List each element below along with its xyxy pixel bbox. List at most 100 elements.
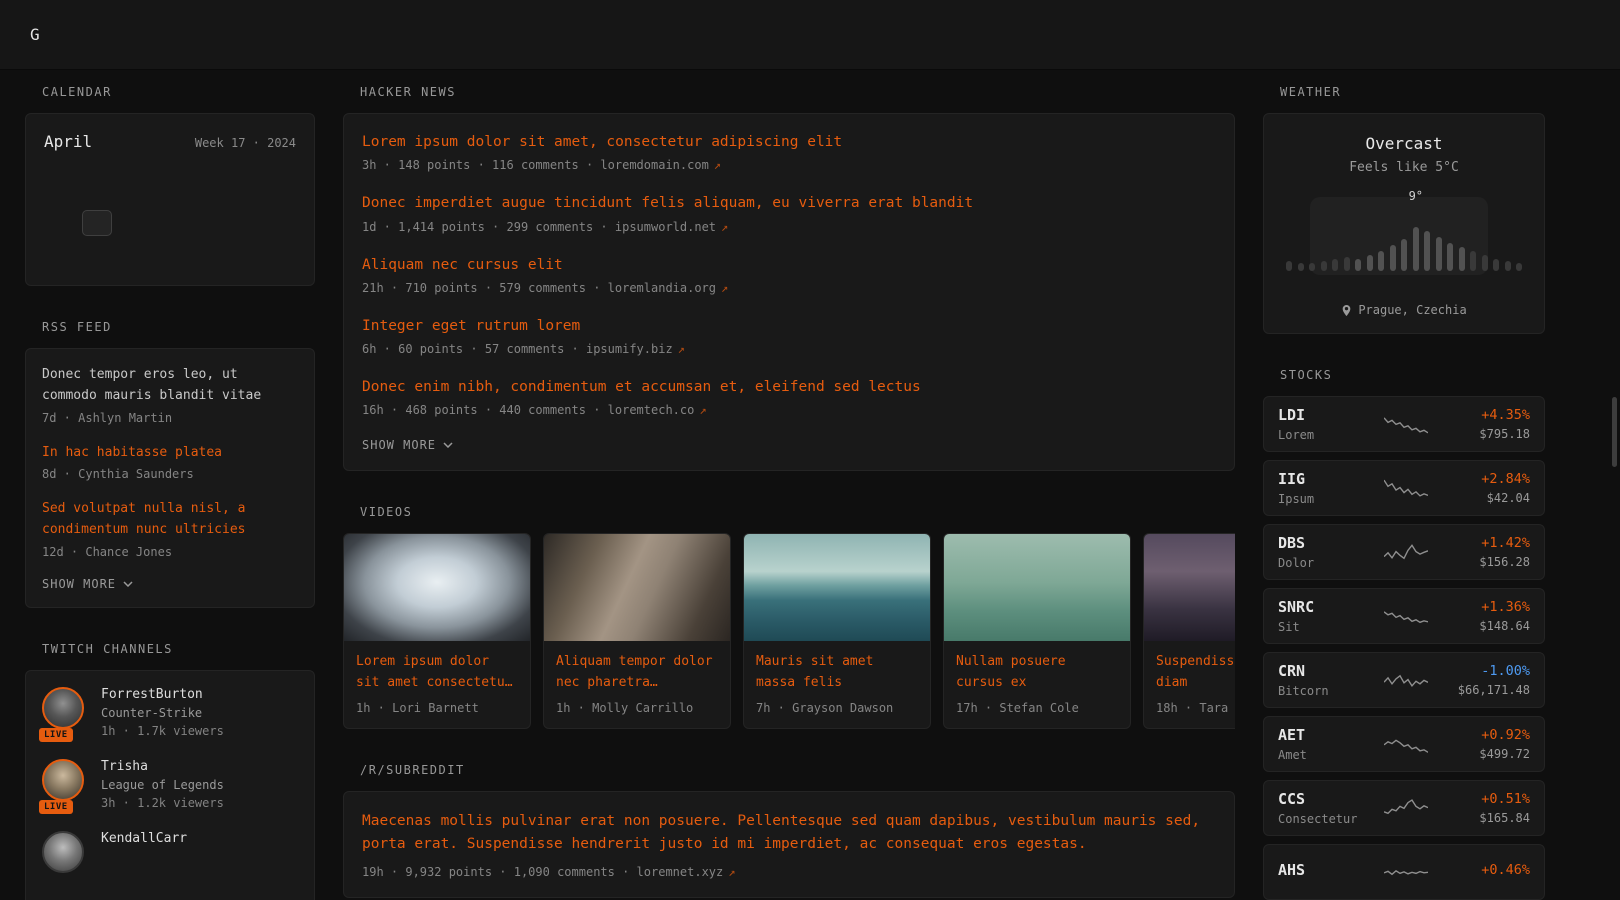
calendar-day[interactable] [192, 210, 222, 236]
stock-name: Bitcorn [1278, 684, 1374, 698]
scrollbar-thumb[interactable] [1612, 397, 1617, 467]
stocks-section-title: STOCKS [1280, 368, 1545, 382]
avatar: LIVE [42, 759, 88, 810]
stock-row[interactable]: IIG Ipsum +2.84% $42.04 [1263, 460, 1545, 516]
news-domain[interactable]: ipsumworld.net [615, 220, 716, 234]
rss-show-more-button[interactable]: SHOW MORE [42, 577, 298, 591]
calendar-day[interactable] [228, 210, 258, 236]
news-title[interactable]: Donec enim nibh, condimentum et accumsan… [362, 377, 1216, 397]
news-domain[interactable]: loremtech.co [608, 403, 695, 417]
calendar-day[interactable] [82, 210, 112, 236]
external-link-icon: ↗ [721, 220, 728, 234]
calendar-day[interactable] [118, 210, 148, 236]
video-card[interactable]: Aliquam tempor dolor nec pharetra… 1h · … [543, 533, 731, 729]
weather-bar [1367, 255, 1373, 271]
stock-row[interactable]: AET Amet +0.92% $499.72 [1263, 716, 1545, 772]
page-tab[interactable] [146, 0, 184, 69]
rss-item-title[interactable]: In hac habitasse platea [42, 443, 298, 464]
twitch-channel[interactable]: KendallCarr [42, 831, 298, 873]
news-domain[interactable]: loremlandia.org [608, 281, 716, 295]
video-title[interactable]: Suspendisse diam [1144, 641, 1235, 694]
calendar-day[interactable] [82, 177, 112, 203]
app-logo[interactable]: G [30, 0, 40, 69]
video-meta: 7h · Grayson Dawson [744, 694, 930, 728]
external-link-icon: ↗ [678, 342, 685, 356]
video-thumbnail[interactable] [1144, 534, 1235, 641]
rss-item-meta: 12d · Chance Jones [42, 545, 298, 559]
video-thumbnail[interactable] [744, 534, 930, 641]
page-tab[interactable] [184, 0, 222, 69]
news-title[interactable]: Donec imperdiet augue tincidunt felis al… [362, 193, 1216, 213]
video-card[interactable]: Nullam posuere cursus ex 17h · Stefan Co… [943, 533, 1131, 729]
video-thumbnail[interactable] [544, 534, 730, 641]
news-meta: 21h · 710 points · 579 comments · loreml… [362, 281, 1216, 295]
stock-price: $499.72 [1438, 747, 1530, 761]
calendar-day[interactable] [45, 210, 75, 236]
page-tab[interactable] [70, 0, 108, 69]
chevron-down-icon [123, 581, 133, 587]
calendar-grid [42, 177, 298, 269]
video-card[interactable]: Mauris sit amet massa felis 7h · Grayson… [743, 533, 931, 729]
twitch-channel[interactable]: LIVE ForrestBurton Counter-Strike 1h · 1… [42, 687, 298, 738]
video-thumbnail[interactable] [344, 534, 530, 641]
news-domain[interactable]: ipsumify.biz [586, 342, 673, 356]
calendar-day[interactable] [155, 243, 185, 269]
calendar-day[interactable] [265, 243, 295, 269]
calendar-day[interactable] [192, 177, 222, 203]
weather-bars [1286, 223, 1522, 271]
video-card[interactable]: Suspendisse diam 18h · Tara [1143, 533, 1235, 729]
calendar-day[interactable] [228, 243, 258, 269]
calendar-day[interactable] [118, 243, 148, 269]
stock-ticker: CCS [1278, 790, 1374, 808]
stock-name: Dolor [1278, 556, 1374, 570]
stock-row[interactable]: DBS Dolor +1.42% $156.28 [1263, 524, 1545, 580]
calendar-month: April [44, 132, 92, 151]
stocks-section: STOCKS LDI Lorem +4.35% $795.18 IIG Ipsu… [1263, 368, 1545, 900]
calendar-day[interactable] [192, 243, 222, 269]
calendar-day[interactable] [82, 243, 112, 269]
stock-row[interactable]: LDI Lorem +4.35% $795.18 [1263, 396, 1545, 452]
calendar-day[interactable] [228, 177, 258, 203]
location-pin-icon [1341, 304, 1352, 317]
stock-sparkline [1384, 409, 1428, 439]
stock-row[interactable]: AHS +0.46% [1263, 844, 1545, 900]
rss-item-title[interactable]: Donec tempor eros leo, ut commodo mauris… [42, 365, 298, 407]
video-title[interactable]: Aliquam tempor dolor nec pharetra… [544, 641, 730, 694]
calendar-day[interactable] [155, 177, 185, 203]
calendar-day[interactable] [265, 177, 295, 203]
stock-row[interactable]: CCS Consectetur +0.51% $165.84 [1263, 780, 1545, 836]
video-thumbnail[interactable] [944, 534, 1130, 641]
calendar-day[interactable] [155, 210, 185, 236]
rss-item-title[interactable]: Sed volutpat nulla nisl, a condimentum n… [42, 499, 298, 541]
calendar-day[interactable] [118, 177, 148, 203]
stock-row[interactable]: CRN Bitcorn -1.00% $66,171.48 [1263, 652, 1545, 708]
calendar-day[interactable] [45, 243, 75, 269]
video-title[interactable]: Nullam posuere cursus ex [944, 641, 1130, 694]
hackernews-card: Lorem ipsum dolor sit amet, consectetur … [343, 113, 1235, 471]
news-meta: 1d · 1,414 points · 299 comments · ipsum… [362, 220, 1216, 234]
news-title[interactable]: Aliquam nec cursus elit [362, 255, 1216, 275]
twitch-channel[interactable]: LIVE Trisha League of Legends 3h · 1.2k … [42, 759, 298, 810]
video-title[interactable]: Mauris sit amet massa felis [744, 641, 930, 694]
calendar-day[interactable] [265, 210, 295, 236]
stock-sparkline [1384, 793, 1428, 823]
calendar-day[interactable] [45, 177, 75, 203]
video-card[interactable]: Lorem ipsum dolor sit amet consectetu… 1… [343, 533, 531, 729]
stock-change: +1.42% [1438, 535, 1530, 551]
weather-feels-like: Feels like 5°C [1280, 160, 1528, 175]
live-badge: LIVE [39, 800, 73, 814]
news-title[interactable]: Integer eget rutrum lorem [362, 316, 1216, 336]
stock-row[interactable]: SNRC Sit +1.36% $148.64 [1263, 588, 1545, 644]
channel-avatar-image [42, 831, 84, 873]
weather-bar [1378, 251, 1384, 271]
stock-change: +2.84% [1438, 471, 1530, 487]
page-tab[interactable] [108, 0, 146, 69]
reddit-post-title[interactable]: Maecenas mollis pulvinar erat non posuer… [362, 810, 1216, 856]
stock-name: Sit [1278, 620, 1374, 634]
show-more-label: SHOW MORE [362, 438, 436, 452]
hackernews-show-more-button[interactable]: SHOW MORE [362, 438, 1216, 452]
reddit-domain[interactable]: loremnet.xyz [637, 865, 724, 879]
news-domain[interactable]: loremdomain.com [600, 158, 708, 172]
video-title[interactable]: Lorem ipsum dolor sit amet consectetu… [344, 641, 530, 694]
news-title[interactable]: Lorem ipsum dolor sit amet, consectetur … [362, 132, 1216, 152]
